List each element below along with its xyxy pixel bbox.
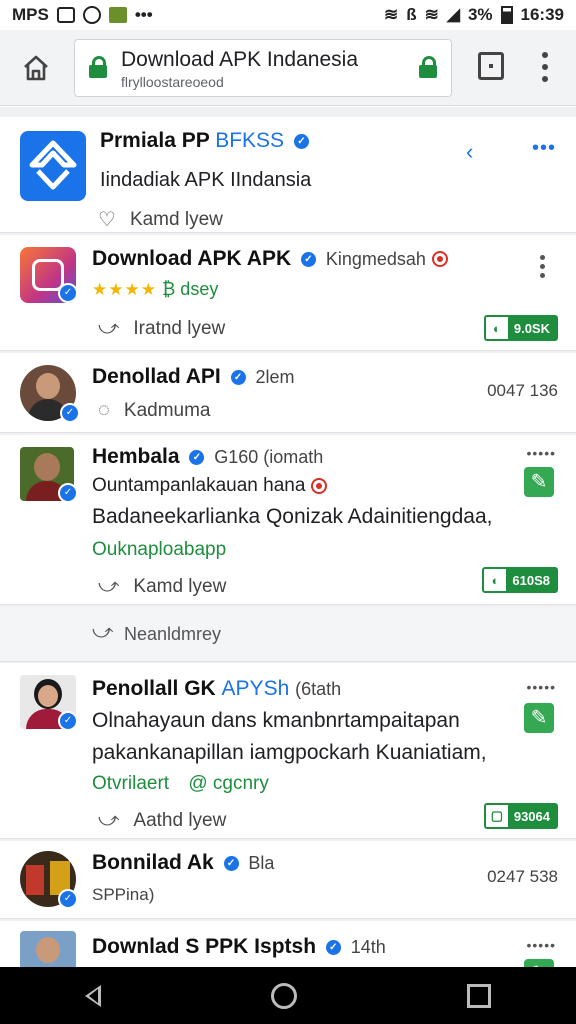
more-notifications-icon: ••• bbox=[134, 5, 153, 24]
action-row[interactable]: ♡ Kamd lyew bbox=[98, 207, 223, 232]
share-icon: ⤻ bbox=[92, 621, 114, 643]
avatar bbox=[20, 931, 76, 967]
post-title: Denollad API ✓ 2lem bbox=[92, 365, 295, 388]
app-icon: ✓ bbox=[20, 247, 76, 303]
recents-icon[interactable] bbox=[467, 983, 491, 1008]
more-icon[interactable] bbox=[540, 255, 546, 278]
post-links: Otvrilaert @ cgcnry bbox=[92, 773, 269, 795]
post-text: pakankanapillan iamgpockarh Kuaniatiam, bbox=[92, 741, 487, 764]
system-nav-bar bbox=[0, 967, 576, 1024]
action-row[interactable]: ⤻ Aathd lyew bbox=[98, 809, 226, 832]
list-item[interactable]: Prmiala PP BFKSS ✓ Iindadiak APK IIndans… bbox=[0, 117, 576, 233]
battery-icon bbox=[500, 6, 513, 24]
bluetooth-icon: ß bbox=[406, 5, 417, 24]
post-title: Download APK APK ✓ Kingmedsah bbox=[92, 247, 448, 271]
post-feed: Prmiala PP BFKSS ✓ Iindadiak APK IIndans… bbox=[0, 107, 576, 967]
address-bar[interactable]: Download APK Indanesia flrylloostareoeod bbox=[74, 39, 452, 97]
lock-icon bbox=[89, 56, 107, 78]
record-icon bbox=[431, 251, 448, 268]
status-left-label: MPS bbox=[12, 5, 49, 24]
post-title: Downlad S PPK Isptsh ✓ 14th bbox=[92, 935, 386, 958]
action-row[interactable]: ⤻ Kamd lyew bbox=[98, 575, 226, 598]
list-item[interactable]: ✓ Denollad API ✓ 2lem ◌ Kadmuma 0047 136 bbox=[0, 353, 576, 433]
url-title: Download APK Indanesia bbox=[121, 48, 358, 71]
share-icon: ⤻ bbox=[98, 575, 120, 597]
install-chip[interactable]: ▢ 93064 bbox=[483, 803, 558, 829]
rating-row: ★★★★ ₿ dsey bbox=[92, 279, 219, 299]
home-circle-icon[interactable] bbox=[271, 982, 297, 1009]
download-icon: ▢ bbox=[485, 805, 508, 827]
verified-icon: ✓ bbox=[189, 449, 205, 465]
more-icon[interactable]: ••••• bbox=[526, 937, 556, 953]
post-link[interactable]: @ cgcnry bbox=[188, 773, 269, 794]
battery-percent: 3% bbox=[467, 5, 493, 24]
cell-signal-icon: ◢ bbox=[446, 5, 460, 24]
share-label: Neanldmrey bbox=[124, 624, 222, 644]
install-chip[interactable]: ◐ 610S8 bbox=[482, 567, 558, 593]
post-text: Ountampanlakauan hana bbox=[92, 475, 327, 497]
list-item[interactable]: ✓ Download APK APK ✓ Kingmedsah ★★★★ ₿ d… bbox=[0, 235, 576, 351]
wifi-signal-icon: ≋ bbox=[424, 5, 439, 24]
action-row[interactable]: ◌ Kadmuma bbox=[98, 399, 211, 422]
chevron-left-icon[interactable]: ‹ bbox=[466, 139, 473, 165]
wifi-icon: ≋ bbox=[383, 5, 399, 24]
status-bar: MPS ••• ≋ ß ≋ ◢ 3% 16:39 bbox=[0, 0, 576, 30]
edit-button[interactable]: ✎ bbox=[524, 467, 554, 497]
url-subtitle: flrylloostareoeod bbox=[121, 74, 224, 90]
action-row[interactable]: ⤻ Iratnd lyew bbox=[98, 317, 225, 340]
edit-button[interactable]: ✎ bbox=[524, 703, 554, 733]
post-link[interactable]: Ouknaploabapp bbox=[92, 539, 226, 561]
post-title: Hembala ✓ G160 (iomath bbox=[92, 445, 324, 468]
view-count: 0047 136 bbox=[487, 381, 558, 400]
compass-icon bbox=[82, 6, 101, 24]
post-text: Olnahayaun dans kmanbnrtampaitapan bbox=[92, 709, 460, 732]
notification-icon bbox=[56, 7, 75, 23]
post-text: Iindadiak APK IIndansia bbox=[100, 169, 312, 191]
post-title: Bonnilad Ak ✓ Bla bbox=[92, 851, 275, 874]
home-icon bbox=[24, 55, 48, 81]
list-item[interactable]: ✓ Hembala ✓ G160 (iomath Ountampanlakaua… bbox=[0, 435, 576, 605]
more-icon[interactable]: ••• bbox=[532, 137, 556, 160]
verified-icon: ✓ bbox=[230, 369, 246, 385]
install-chip[interactable]: ◐ 9.0SK bbox=[483, 315, 558, 341]
verified-icon: ✓ bbox=[300, 251, 316, 267]
post-subtext: SPPina) bbox=[92, 885, 155, 904]
verified-icon: ✓ bbox=[325, 939, 341, 955]
rating-stars: ★★★★ bbox=[92, 280, 157, 299]
more-icon[interactable]: ••••• bbox=[526, 679, 556, 695]
like-icon: ♡ bbox=[98, 209, 116, 231]
share-icon: ⤻ bbox=[98, 317, 120, 339]
more-icon[interactable]: ••••• bbox=[526, 445, 556, 461]
post-tag: BFKSS bbox=[215, 129, 285, 152]
post-link[interactable]: Otvrilaert bbox=[92, 773, 169, 794]
download-icon: ◐ bbox=[485, 317, 508, 339]
app-logo bbox=[20, 131, 86, 201]
list-item[interactable]: ✓ Penollall GK APYSh (6tath Olnahayaun d… bbox=[0, 663, 576, 839]
download-icon: ◐ bbox=[484, 569, 507, 591]
home-button[interactable] bbox=[16, 50, 56, 86]
clock: 16:39 bbox=[520, 5, 564, 24]
list-item[interactable]: ✓ Bonnilad Ak ✓ Bla SPPina) 0247 538 bbox=[0, 841, 576, 919]
post-title: Penollall GK APYSh (6tath bbox=[92, 677, 342, 700]
post-title: Prmiala PP BFKSS ✓ bbox=[100, 129, 313, 153]
post-tag: APYSh bbox=[221, 677, 290, 700]
back-icon[interactable] bbox=[85, 984, 101, 1007]
browser-menu-button[interactable] bbox=[538, 52, 552, 82]
post-text: Badaneekarlianka Qonizak Adainitiengdaa, bbox=[92, 505, 493, 528]
browser-toolbar: Download APK Indanesia flrylloostareoeod bbox=[0, 30, 576, 106]
comment-icon: ◌ bbox=[98, 399, 110, 421]
verified-icon: ✓ bbox=[293, 133, 309, 149]
view-count: 0247 538 bbox=[487, 867, 558, 886]
verified-icon: ✓ bbox=[223, 855, 239, 871]
list-item[interactable]: Downlad S PPK Isptsh ✓ 14th ••••• ✎ bbox=[0, 921, 576, 967]
image-icon bbox=[108, 7, 127, 23]
tabs-button[interactable] bbox=[478, 52, 504, 80]
record-icon bbox=[310, 477, 327, 494]
secure-lock-icon bbox=[419, 56, 437, 78]
share-icon: ⤻ bbox=[98, 809, 120, 831]
edit-button[interactable]: ✎ bbox=[524, 959, 554, 967]
share-row[interactable]: ⤻ Neanldmrey bbox=[0, 607, 576, 662]
